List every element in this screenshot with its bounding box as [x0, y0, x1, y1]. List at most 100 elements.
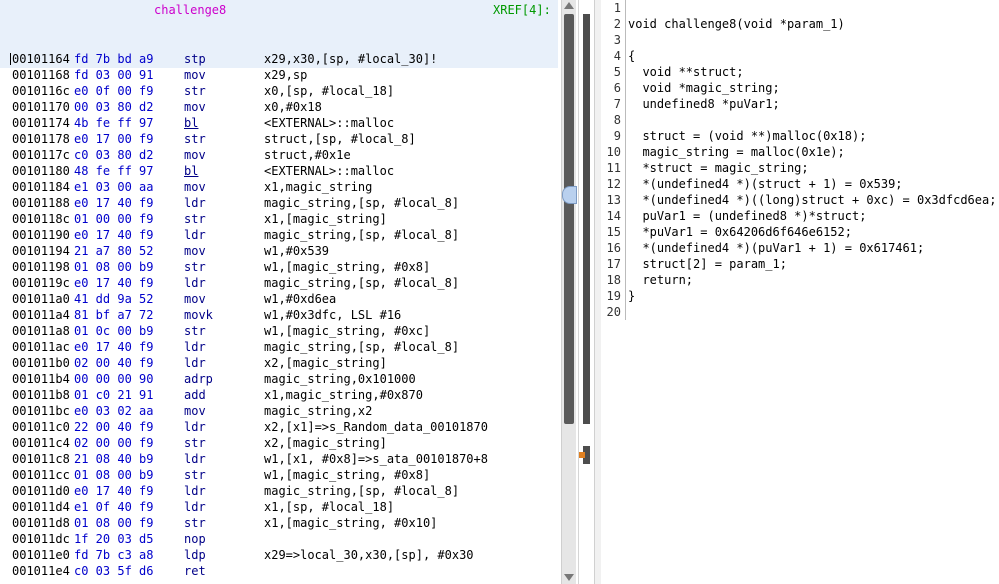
instruction-mnemonic[interactable]: ldr	[184, 227, 206, 243]
code-line[interactable]: *(undefined4 *)(struct + 1) = 0x539;	[628, 176, 902, 192]
instruction-mnemonic[interactable]: mov	[184, 291, 206, 307]
instruction-address[interactable]: 001011e4	[12, 563, 70, 579]
instruction-row[interactable]: 001011a0 41 dd 9a 52 mov w1,#0xd6ea	[0, 291, 558, 307]
instruction-mnemonic[interactable]: ldr	[184, 483, 206, 499]
split-handle[interactable]	[562, 186, 577, 204]
decompiler-panel[interactable]: 1 2 3 4 5 6 7 8 9 10 11 12 13 14 15 16 17 18 19 20 void cha…	[601, 0, 999, 584]
instruction-bytes[interactable]: 41 dd 9a 52	[74, 291, 153, 307]
instruction-bytes[interactable]: e0 17 00 f9	[74, 131, 153, 147]
instruction-mnemonic[interactable]: mov	[184, 179, 206, 195]
instruction-bytes[interactable]: 02 00 00 f9	[74, 435, 153, 451]
instruction-row[interactable]: 001011d4 e1 0f 40 f9 ldr x1,[sp, #local_18]	[0, 499, 558, 515]
instruction-bytes[interactable]: 00 03 80 d2	[74, 99, 153, 115]
instruction-bytes[interactable]: 81 bf a7 72	[74, 307, 153, 323]
code-line[interactable]: void *magic_string;	[628, 80, 779, 96]
instruction-operands[interactable]: x2,[magic_string]	[264, 435, 387, 451]
instruction-mnemonic[interactable]: bl	[184, 163, 198, 179]
xref-label[interactable]: XREF[4]:	[493, 3, 551, 17]
instruction-row[interactable]: 001011e0 fd 7b c3 a8 ldp x29=>local_30,x30,…	[0, 547, 558, 563]
instruction-row[interactable]: 0010116c e0 0f 00 f9 str x0,[sp, #local_18]	[0, 83, 558, 99]
instruction-address[interactable]: 001011d0	[12, 483, 70, 499]
instruction-address[interactable]: 001011c4	[12, 435, 70, 451]
instruction-bytes[interactable]: c0 03 80 d2	[74, 147, 153, 163]
code-line[interactable]: return;	[628, 272, 693, 288]
listing-panel[interactable]: challenge8 XREF[4]: 00101164 fd 7b bd a9 s…	[0, 0, 558, 584]
code-line[interactable]: puVar1 = (undefined8 *)*struct;	[628, 208, 866, 224]
instruction-address[interactable]: 00101198	[12, 259, 70, 275]
instruction-address[interactable]: 001011c0	[12, 419, 70, 435]
instruction-bytes[interactable]: fd 7b bd a9	[74, 51, 153, 67]
instruction-row[interactable]: 00101170 00 03 80 d2 mov x0,#0x18	[0, 99, 558, 115]
instruction-address[interactable]: 001011d4	[12, 499, 70, 515]
instruction-operands[interactable]: x29,sp	[264, 67, 307, 83]
instruction-address[interactable]: 001011a0	[12, 291, 70, 307]
instruction-row[interactable]: 001011d8 01 08 00 f9 str x1,[magic_string, …	[0, 515, 558, 531]
instruction-bytes[interactable]: 01 0c 00 b9	[74, 323, 153, 339]
instruction-address[interactable]: 001011c8	[12, 451, 70, 467]
instruction-address[interactable]: 00101164	[12, 51, 70, 67]
function-label[interactable]: challenge8	[154, 3, 226, 17]
scrollbar-thumb[interactable]	[564, 14, 574, 424]
instruction-row[interactable]: 001011ac e0 17 40 f9 ldr magic_string,[sp, …	[0, 339, 558, 355]
instruction-operands[interactable]: x29,x30,[sp, #local_30]!	[264, 51, 437, 67]
code-line[interactable]: {	[628, 48, 635, 64]
instruction-bytes[interactable]: 1f 20 03 d5	[74, 531, 153, 547]
instruction-operands[interactable]: w1,#0xd6ea	[264, 291, 336, 307]
instruction-operands[interactable]: x0,#0x18	[264, 99, 322, 115]
instruction-mnemonic[interactable]: str	[184, 435, 206, 451]
instruction-address[interactable]: 0010118c	[12, 211, 70, 227]
instruction-operands[interactable]: x1,[magic_string]	[264, 211, 387, 227]
instruction-operands[interactable]: magic_string,[sp, #local_8]	[264, 483, 459, 499]
instruction-bytes[interactable]: 01 08 00 b9	[74, 467, 153, 483]
instruction-address[interactable]: 00101184	[12, 179, 70, 195]
instruction-mnemonic[interactable]: adrp	[184, 371, 213, 387]
instruction-mnemonic[interactable]: ret	[184, 563, 206, 579]
instruction-row[interactable]: 00101184 e1 03 00 aa mov x1,magic_string	[0, 179, 558, 195]
instruction-address[interactable]: 001011b0	[12, 355, 70, 371]
instruction-mnemonic[interactable]: mov	[184, 99, 206, 115]
instruction-bytes[interactable]: 4b fe ff 97	[74, 115, 153, 131]
instruction-row[interactable]: 001011c4 02 00 00 f9 str x2,[magic_string]	[0, 435, 558, 451]
instruction-operands[interactable]: struct,#0x1e	[264, 147, 351, 163]
instruction-row[interactable]: 00101180 48 fe ff 97 bl <EXTERNAL>::malloc	[0, 163, 558, 179]
instruction-bytes[interactable]: e0 17 40 f9	[74, 275, 153, 291]
instruction-mnemonic[interactable]: add	[184, 387, 206, 403]
instruction-mnemonic[interactable]: ldr	[184, 419, 206, 435]
instruction-bytes[interactable]: e0 17 40 f9	[74, 227, 153, 243]
instruction-bytes[interactable]: 48 fe ff 97	[74, 163, 153, 179]
instruction-address[interactable]: 001011ac	[12, 339, 70, 355]
instruction-row[interactable]: 00101174 4b fe ff 97 bl <EXTERNAL>::malloc	[0, 115, 558, 131]
instruction-address[interactable]: 00101180	[12, 163, 70, 179]
instruction-operands[interactable]: magic_string,x2	[264, 403, 372, 419]
instruction-row[interactable]: 00101190 e0 17 40 f9 ldr magic_string,[sp, …	[0, 227, 558, 243]
instruction-row[interactable]: 00101194 21 a7 80 52 mov w1,#0x539	[0, 243, 558, 259]
instruction-row[interactable]: 001011a4 81 bf a7 72 movk w1,#0x3dfc, LSL #…	[0, 307, 558, 323]
instruction-bytes[interactable]: e0 03 02 aa	[74, 403, 153, 419]
instruction-operands[interactable]: magic_string,[sp, #local_8]	[264, 339, 459, 355]
instruction-mnemonic[interactable]: str	[184, 259, 206, 275]
instruction-row[interactable]: 001011b0 02 00 40 f9 ldr x2,[magic_string]	[0, 355, 558, 371]
instruction-address[interactable]: 00101178	[12, 131, 70, 147]
instruction-bytes[interactable]: 01 c0 21 91	[74, 387, 153, 403]
instruction-address[interactable]: 001011b8	[12, 387, 70, 403]
code-line[interactable]: *(undefined4 *)((long)struct + 0xc) = 0x…	[628, 192, 996, 208]
instruction-address[interactable]: 001011dc	[12, 531, 70, 547]
instruction-address[interactable]: 00101170	[12, 99, 70, 115]
code-line[interactable]: struct[2] = param_1;	[628, 256, 787, 272]
instruction-row[interactable]: 0010117c c0 03 80 d2 mov struct,#0x1e	[0, 147, 558, 163]
instruction-operands[interactable]: x1,magic_string,#0x870	[264, 387, 423, 403]
code-line[interactable]: *struct = magic_string;	[628, 160, 808, 176]
instruction-operands[interactable]: x2,[magic_string]	[264, 355, 387, 371]
code-line[interactable]: *puVar1 = 0x64206d6f646e6152;	[628, 224, 852, 240]
instruction-row[interactable]: 001011cc 01 08 00 b9 str w1,[magic_string, …	[0, 467, 558, 483]
instruction-bytes[interactable]: 02 00 40 f9	[74, 355, 153, 371]
instruction-operands[interactable]: w1,[magic_string, #0x8]	[264, 467, 430, 483]
instruction-bytes[interactable]: 21 a7 80 52	[74, 243, 153, 259]
instruction-bytes[interactable]: e0 17 40 f9	[74, 195, 153, 211]
instruction-operands[interactable]: magic_string,[sp, #local_8]	[264, 195, 459, 211]
instruction-row[interactable]: 0010119c e0 17 40 f9 ldr magic_string,[sp, …	[0, 275, 558, 291]
instruction-mnemonic[interactable]: ldr	[184, 339, 206, 355]
instruction-row[interactable]: 001011c8 21 08 40 b9 ldr w1,[x1, #0x8]=>s_a…	[0, 451, 558, 467]
instruction-address[interactable]: 00101174	[12, 115, 70, 131]
instruction-mnemonic[interactable]: str	[184, 467, 206, 483]
